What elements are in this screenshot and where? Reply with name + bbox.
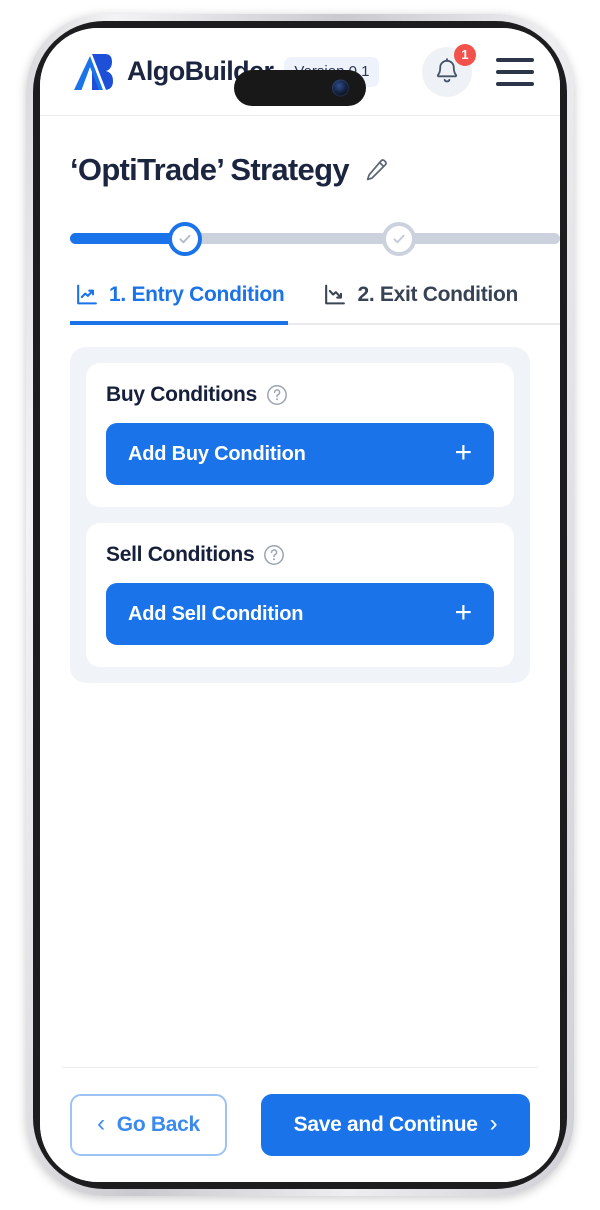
dynamic-island xyxy=(234,70,366,106)
tab-content-entry-condition: Buy Conditions Add Buy Condition + Sell … xyxy=(40,325,560,1067)
footer-actions: ‹ Go Back Save and Continue › xyxy=(62,1067,538,1156)
sell-conditions-card: Sell Conditions Add Sell Condition + xyxy=(86,523,514,667)
phone-screen: AlgoBuilder Version 0.1 1 xyxy=(40,28,560,1182)
add-sell-condition-button[interactable]: Add Sell Condition + xyxy=(106,583,494,645)
save-and-continue-label: Save and Continue xyxy=(293,1113,478,1136)
hamburger-bar xyxy=(496,81,534,86)
app-container: AlgoBuilder Version 0.1 1 xyxy=(40,28,560,1182)
tab-entry-condition-label: 1. Entry Condition xyxy=(109,282,285,306)
hamburger-menu-icon[interactable] xyxy=(496,57,534,86)
question-mark-icon[interactable] xyxy=(263,544,285,566)
notifications-button[interactable]: 1 xyxy=(422,43,476,97)
plus-icon: + xyxy=(454,595,473,629)
check-icon xyxy=(393,234,405,244)
front-camera-icon xyxy=(332,79,349,97)
tab-exit-condition[interactable]: 2. Exit Condition xyxy=(318,282,522,325)
conditions-panel: Buy Conditions Add Buy Condition + Sell … xyxy=(70,347,530,683)
progress-step-2[interactable] xyxy=(382,222,416,256)
page-title: ‘OptiTrade’ Strategy xyxy=(70,152,350,187)
chevron-right-icon: › xyxy=(489,1110,498,1137)
buy-conditions-header: Buy Conditions xyxy=(106,383,494,407)
pencil-edit-icon[interactable] xyxy=(363,157,389,183)
buy-conditions-title: Buy Conditions xyxy=(106,383,257,406)
go-back-button[interactable]: ‹ Go Back xyxy=(70,1094,227,1156)
notification-count-badge: 1 xyxy=(454,43,476,66)
progress-stepper xyxy=(70,222,560,256)
header-actions: 1 xyxy=(422,43,534,97)
progress-step-1[interactable] xyxy=(168,222,202,256)
page-title-row: ‘OptiTrade’ Strategy xyxy=(40,116,560,188)
condition-tabs: 1. Entry Condition 2. Exit Condition xyxy=(70,282,560,325)
plus-icon: + xyxy=(454,435,473,469)
add-buy-condition-button[interactable]: Add Buy Condition + xyxy=(106,423,494,485)
go-back-label: Go Back xyxy=(116,1113,200,1136)
trend-up-chart-icon xyxy=(77,284,97,305)
phone-device-frame: AlgoBuilder Version 0.1 1 xyxy=(26,14,574,1196)
sell-conditions-header: Sell Conditions xyxy=(106,543,494,567)
footer-spacer xyxy=(40,1156,560,1182)
add-sell-condition-label: Add Sell Condition xyxy=(128,602,304,625)
hamburger-bar xyxy=(496,57,534,62)
algobuilder-logo-icon xyxy=(73,53,113,90)
tab-exit-condition-label: 2. Exit Condition xyxy=(357,282,518,306)
check-icon xyxy=(179,234,191,244)
save-and-continue-button[interactable]: Save and Continue › xyxy=(261,1094,530,1156)
chevron-left-icon: ‹ xyxy=(97,1110,105,1137)
sell-conditions-title: Sell Conditions xyxy=(106,543,255,566)
hamburger-bar xyxy=(496,69,534,74)
tab-entry-condition[interactable]: 1. Entry Condition xyxy=(70,282,289,325)
add-buy-condition-label: Add Buy Condition xyxy=(128,442,306,465)
trend-down-chart-icon xyxy=(325,284,346,305)
buy-conditions-card: Buy Conditions Add Buy Condition + xyxy=(86,363,514,507)
question-mark-icon[interactable] xyxy=(266,384,288,406)
